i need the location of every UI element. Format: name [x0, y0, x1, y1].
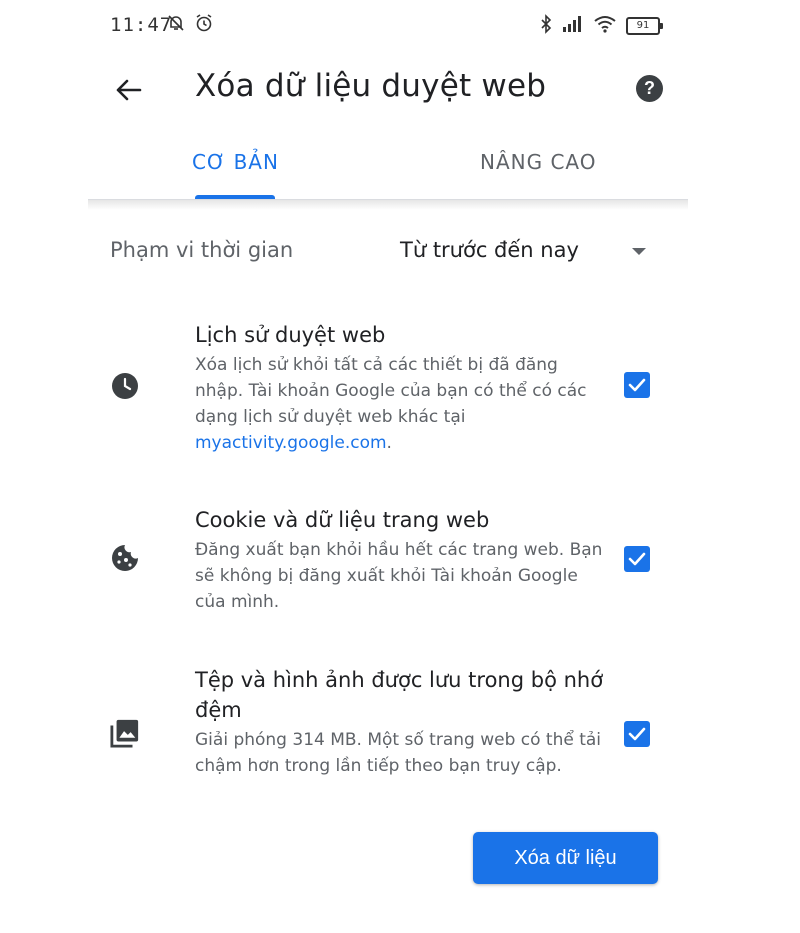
status-right-icons: 91: [540, 14, 663, 38]
checkmark-icon: [628, 727, 646, 741]
images-icon: [110, 718, 140, 748]
battery-icon: 91: [626, 17, 663, 35]
page-title: Xóa dữ liệu duyệt web: [195, 68, 547, 104]
item-title: Lịch sử duyệt web: [195, 323, 386, 347]
dropdown-arrow-icon: [632, 248, 646, 255]
checkmark-icon: [628, 552, 646, 566]
item-description: Đăng xuất bạn khỏi hầu hết các trang web…: [195, 540, 603, 612]
arrow-left-icon: [116, 79, 142, 101]
item-description-text: Xóa lịch sử khỏi tất cả các thiết bị đã …: [195, 355, 587, 427]
tab-divider: [88, 199, 688, 210]
checkbox-cached-files[interactable]: [624, 721, 650, 747]
help-icon: ?: [644, 78, 655, 98]
list-item-cookies: Cookie và dữ liệu trang web Đăng xuất bạ…: [100, 505, 680, 615]
item-description: Giải phóng 314 MB. Một số trang web có t…: [195, 730, 602, 776]
item-description: Xóa lịch sử khỏi tất cả các thiết bị đã …: [195, 352, 605, 456]
checkbox-cookies[interactable]: [624, 546, 650, 572]
muted-alarm-icon: [166, 13, 186, 37]
status-time: 11:47: [110, 14, 173, 36]
item-title: Tệp và hình ảnh được lưu trong bộ nhớ đệ…: [195, 668, 604, 722]
back-button[interactable]: [108, 70, 148, 110]
tab-basic[interactable]: CƠ BẢN: [192, 150, 279, 174]
alarm-clock-icon: [194, 13, 214, 37]
clock-icon: [110, 371, 140, 401]
item-title: Cookie và dữ liệu trang web: [195, 508, 490, 532]
clear-data-button[interactable]: Xóa dữ liệu: [473, 832, 658, 884]
wifi-icon: [594, 15, 616, 37]
signal-icon: [562, 15, 584, 37]
bluetooth-icon: [540, 14, 552, 38]
time-range-label: Phạm vi thời gian: [110, 238, 294, 262]
help-button[interactable]: ?: [636, 75, 663, 102]
checkmark-icon: [628, 378, 646, 392]
list-item-cached-files: Tệp và hình ảnh được lưu trong bộ nhớ đệ…: [100, 665, 680, 805]
myactivity-link[interactable]: myactivity.google.com: [195, 433, 387, 453]
checkbox-browsing-history[interactable]: [624, 372, 650, 398]
time-range-value: Từ trước đến nay: [400, 238, 579, 262]
status-left-icons: [166, 13, 214, 37]
cookie-icon: [110, 543, 140, 573]
tab-advanced[interactable]: NÂNG CAO: [480, 150, 597, 174]
time-range-dropdown[interactable]: Từ trước đến nay: [400, 236, 662, 270]
item-description-suffix: .: [386, 433, 392, 453]
list-item-browsing-history: Lịch sử duyệt web Xóa lịch sử khỏi tất c…: [100, 318, 680, 458]
